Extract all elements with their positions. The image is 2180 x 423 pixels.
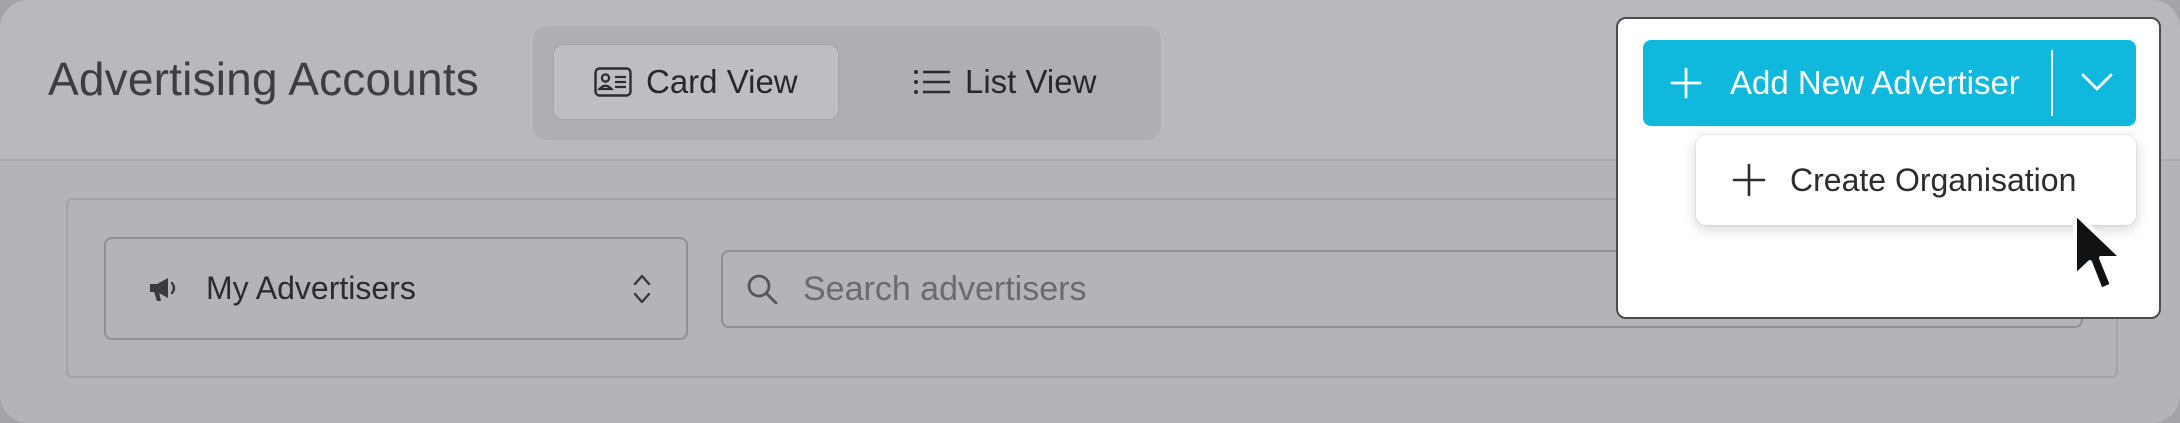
megaphone-icon xyxy=(150,277,176,301)
plus-icon xyxy=(1670,67,1702,99)
view-switch: Card View List View xyxy=(533,26,1161,140)
advertiser-filter-value: My Advertisers xyxy=(206,270,416,306)
chevron-down-icon[interactable] xyxy=(2080,68,2114,96)
list-icon xyxy=(914,70,950,94)
search-icon xyxy=(747,274,778,305)
list-view-label: List View xyxy=(965,63,1097,100)
page-title: Advertising Accounts xyxy=(48,53,480,105)
card-view-button[interactable]: Card View xyxy=(553,44,839,120)
add-new-advertiser-label: Add New Advertiser xyxy=(1730,64,2020,101)
advertiser-filter-select[interactable]: My Advertisers xyxy=(104,237,688,340)
plus-icon xyxy=(1732,163,1766,197)
mouse-cursor-icon xyxy=(2073,211,2124,292)
add-new-advertiser-button[interactable]: Add New Advertiser xyxy=(1643,40,2136,126)
create-organisation-label: Create Organisation xyxy=(1790,161,2077,198)
split-button-divider xyxy=(2051,50,2053,116)
id-card-icon xyxy=(594,67,632,97)
chevron-up-down-icon xyxy=(633,274,651,304)
list-view-button[interactable]: List View xyxy=(913,44,1096,120)
search-placeholder: Search advertisers xyxy=(803,269,1087,308)
card-view-label: Card View xyxy=(646,63,798,100)
